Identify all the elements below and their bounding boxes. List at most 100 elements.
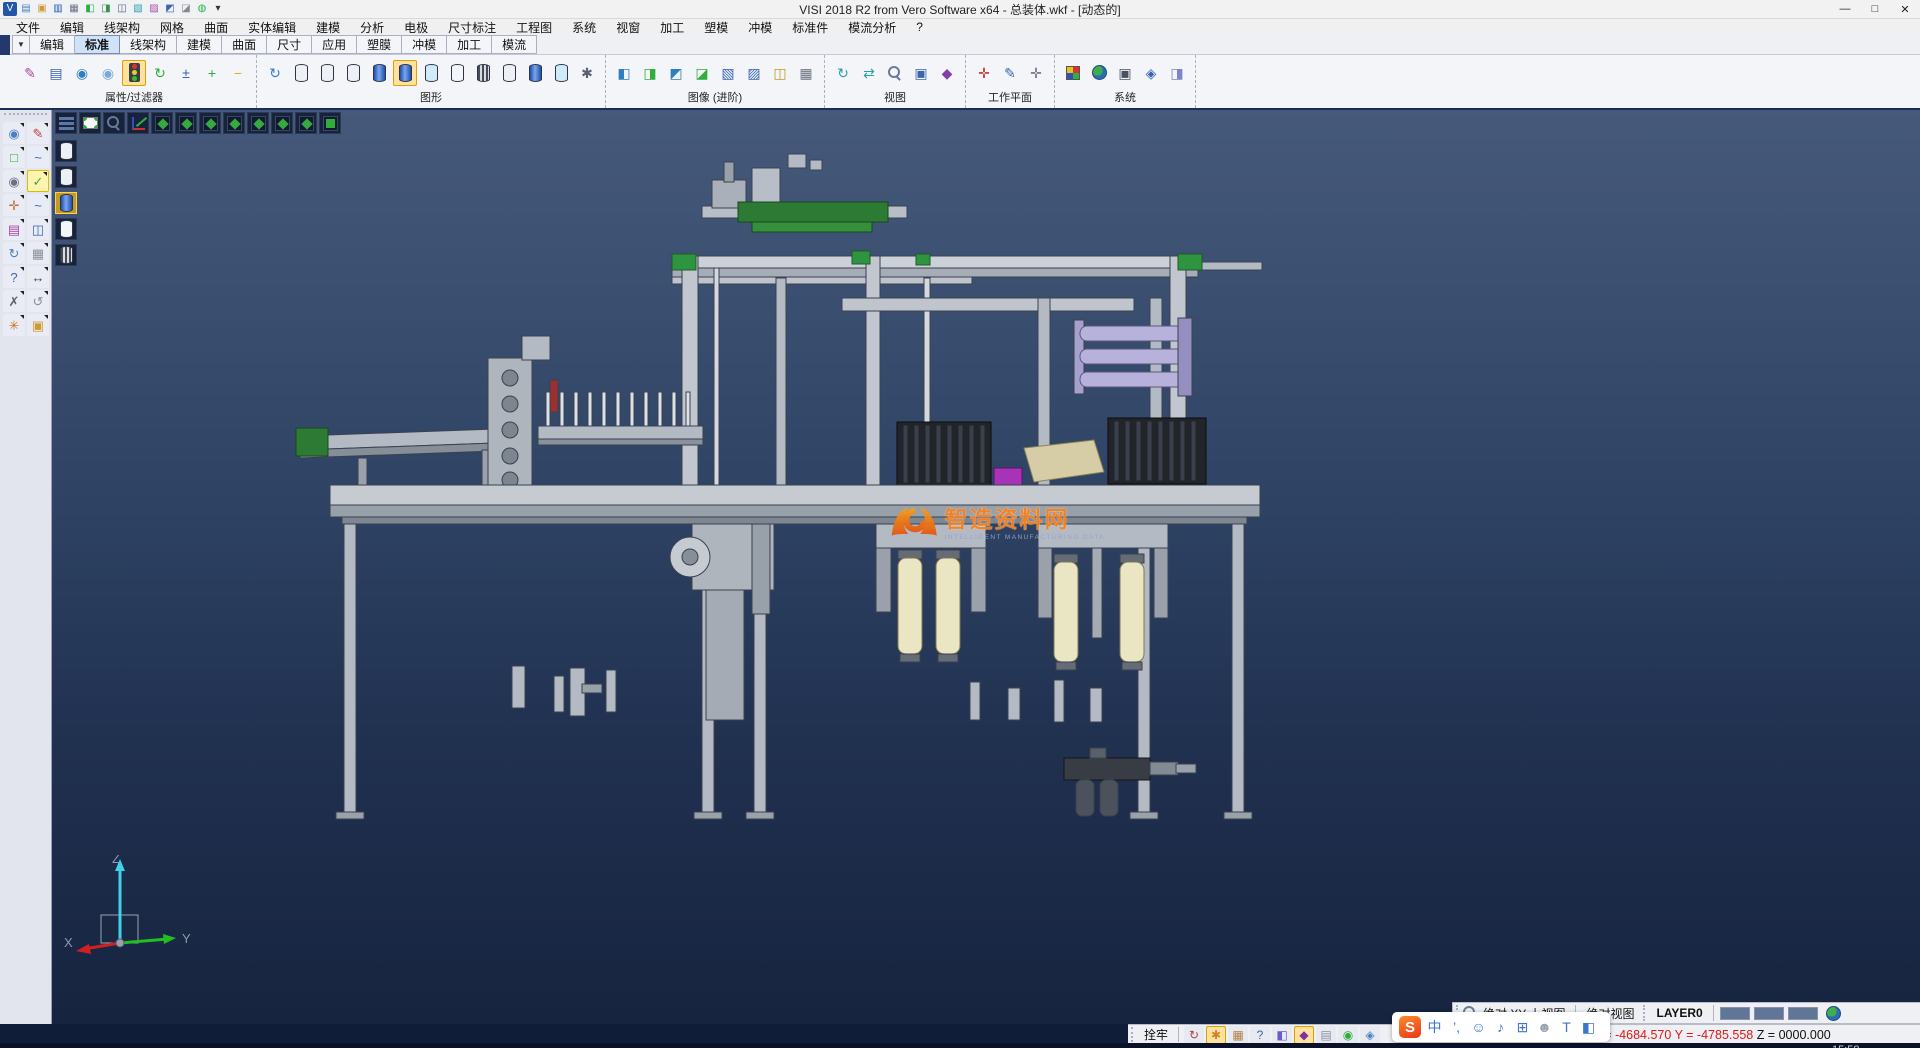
menu-item[interactable]: 系统 — [562, 19, 606, 36]
settings-icon[interactable]: ◪ — [179, 2, 193, 16]
hidden-line-icon[interactable] — [315, 60, 339, 86]
menu-item[interactable]: 塑模 — [694, 19, 738, 36]
status-snap-icon[interactable]: ◉ — [1338, 1026, 1358, 1044]
menu-item[interactable]: ? — [906, 20, 933, 34]
dashed-hidden-icon[interactable] — [341, 60, 365, 86]
workspace-tab[interactable]: 模流 — [492, 35, 537, 54]
ime-punct-icon[interactable]: ’, — [1448, 1020, 1465, 1034]
menu-item[interactable]: 网格 — [150, 19, 194, 36]
render-hidden-icon[interactable] — [55, 166, 77, 188]
system-snapshot-icon[interactable]: ▣ — [1113, 60, 1137, 86]
hide-entities-icon[interactable]: ◉ — [96, 60, 120, 86]
menu-item[interactable]: 加工 — [650, 19, 694, 36]
measure-distance-icon[interactable]: ↔ — [27, 266, 49, 288]
view-front-icon[interactable] — [199, 112, 221, 134]
camera-icon[interactable]: ◫ — [115, 2, 129, 16]
zoom-limits-icon[interactable]: ◉ — [3, 170, 25, 192]
shade-copy-icon[interactable] — [549, 60, 573, 86]
shaded-edges-icon[interactable] — [393, 60, 417, 86]
menu-item[interactable]: 曲面 — [194, 19, 238, 36]
textured-icon[interactable] — [471, 60, 495, 86]
menu-item[interactable]: 工程图 — [506, 19, 562, 36]
status-grip[interactable] — [1643, 1005, 1647, 1021]
layer-color-swatch[interactable] — [1754, 1007, 1784, 1020]
save-icon[interactable]: ▥ — [51, 2, 65, 16]
delete-sketch-icon[interactable]: ✎ — [27, 122, 49, 144]
shade-selected-icon[interactable] — [497, 60, 521, 86]
view-camera-icon[interactable]: ▣ — [909, 60, 933, 86]
render-shaded-icon[interactable] — [55, 192, 77, 214]
flat-shaded-icon[interactable] — [445, 60, 469, 86]
wireframe-icon[interactable] — [289, 60, 313, 86]
menu-item[interactable]: 分析 — [350, 19, 394, 36]
render-icon[interactable]: ▧ — [131, 2, 145, 16]
menu-item[interactable]: 文件 — [6, 19, 50, 36]
ghost-assembly-icon[interactable]: ▧ — [716, 60, 740, 86]
highlight-model-icon[interactable]: ◫ — [768, 60, 792, 86]
view-left-icon[interactable] — [247, 112, 269, 134]
maximize-button[interactable]: □ — [1860, 0, 1890, 19]
refresh-visibility-icon[interactable]: ↻ — [148, 60, 172, 86]
delete-icon[interactable]: ✗ — [3, 290, 25, 312]
layers-icon[interactable]: ◩ — [163, 2, 177, 16]
minimize-button[interactable]: — — [1830, 0, 1860, 19]
panel-grip[interactable] — [4, 113, 47, 117]
open-file-icon[interactable]: ▣ — [35, 2, 49, 16]
advanced-wire-icon[interactable]: ◨ — [638, 60, 662, 86]
spline-edit-icon[interactable]: ~ — [27, 146, 49, 168]
viewport-menu-icon[interactable] — [55, 112, 77, 134]
confirm-icon[interactable]: ✓ — [27, 170, 49, 192]
view-top-icon[interactable] — [175, 112, 197, 134]
select-window-icon[interactable]: □ — [3, 146, 25, 168]
qat-more-icon[interactable]: ▾ — [211, 2, 225, 16]
workspace-tab[interactable]: 建模 — [177, 35, 222, 54]
regenerate-icon[interactable]: ↻ — [263, 60, 287, 86]
view-bottom-icon[interactable] — [295, 112, 317, 134]
zoom-window-icon[interactable] — [103, 112, 125, 134]
status-package-icon[interactable]: ◧ — [1272, 1026, 1292, 1044]
dynamic-orient-icon[interactable]: ✛ — [3, 194, 25, 216]
view-back-icon[interactable] — [223, 112, 245, 134]
workspace-tab[interactable]: 标准 — [75, 35, 120, 54]
status-help-icon[interactable]: ? — [1250, 1026, 1270, 1044]
ime-voice-icon[interactable]: ♪ — [1492, 1020, 1509, 1034]
color-grid-icon[interactable] — [1061, 60, 1085, 86]
view-shaded-icon[interactable] — [319, 112, 341, 134]
remove-from-view-icon[interactable]: − — [226, 60, 250, 86]
workspace-tab[interactable]: 曲面 — [222, 35, 267, 54]
status-clipboard-icon[interactable]: ▤ — [1316, 1026, 1336, 1044]
ime-keyboard-icon[interactable]: ⊞ — [1514, 1020, 1531, 1034]
navigate-wheel-icon[interactable]: ✳ — [3, 314, 25, 336]
ime-lang-icon[interactable]: 中 — [1426, 1020, 1443, 1034]
ghost-part-icon[interactable]: ▨ — [742, 60, 766, 86]
advanced-shade-icon[interactable]: ◧ — [612, 60, 636, 86]
undo-icon[interactable]: ↺ — [27, 290, 49, 312]
workplane-edit-icon[interactable]: ✎ — [998, 60, 1022, 86]
attribute-copy-icon[interactable]: ▤ — [44, 60, 68, 86]
show-entities-icon[interactable]: ◉ — [70, 60, 94, 86]
tab-dropdown-icon[interactable]: ▼ — [12, 35, 30, 54]
workplane-create-icon[interactable]: ✛ — [972, 60, 996, 86]
add-to-view-icon[interactable]: + — [200, 60, 224, 86]
view-zoom-icon[interactable] — [883, 60, 907, 86]
help-tool-icon[interactable]: ? — [3, 266, 25, 288]
view-swap-icon[interactable]: ⇄ — [857, 60, 881, 86]
view-iso-icon[interactable] — [151, 112, 173, 134]
menu-item[interactable]: 建模 — [306, 19, 350, 36]
view-refresh-icon[interactable]: ↻ — [831, 60, 855, 86]
translucent-icon[interactable] — [419, 60, 443, 86]
layer-color-swatch[interactable] — [1788, 1007, 1818, 1020]
ime-emoji-icon[interactable]: ☺ — [1470, 1020, 1487, 1034]
model-compare-icon[interactable]: ▦ — [794, 60, 818, 86]
status-wand-icon[interactable]: ✱ — [1206, 1026, 1226, 1044]
render-wireframe-icon[interactable] — [55, 140, 77, 162]
globe-icon[interactable] — [1826, 1006, 1841, 1021]
regen-view-icon[interactable]: ↻ — [3, 242, 25, 264]
status-grid-icon[interactable]: ◈ — [1360, 1026, 1380, 1044]
system-grid-icon[interactable]: ◈ — [1139, 60, 1163, 86]
app-logo-icon[interactable]: V — [3, 2, 17, 16]
curve-modify-icon[interactable]: ~ — [27, 194, 49, 216]
solid-preview-icon[interactable]: ▦ — [27, 242, 49, 264]
layer-color-swatch[interactable] — [1720, 1007, 1750, 1020]
materials-icon[interactable]: ◍ — [195, 2, 209, 16]
